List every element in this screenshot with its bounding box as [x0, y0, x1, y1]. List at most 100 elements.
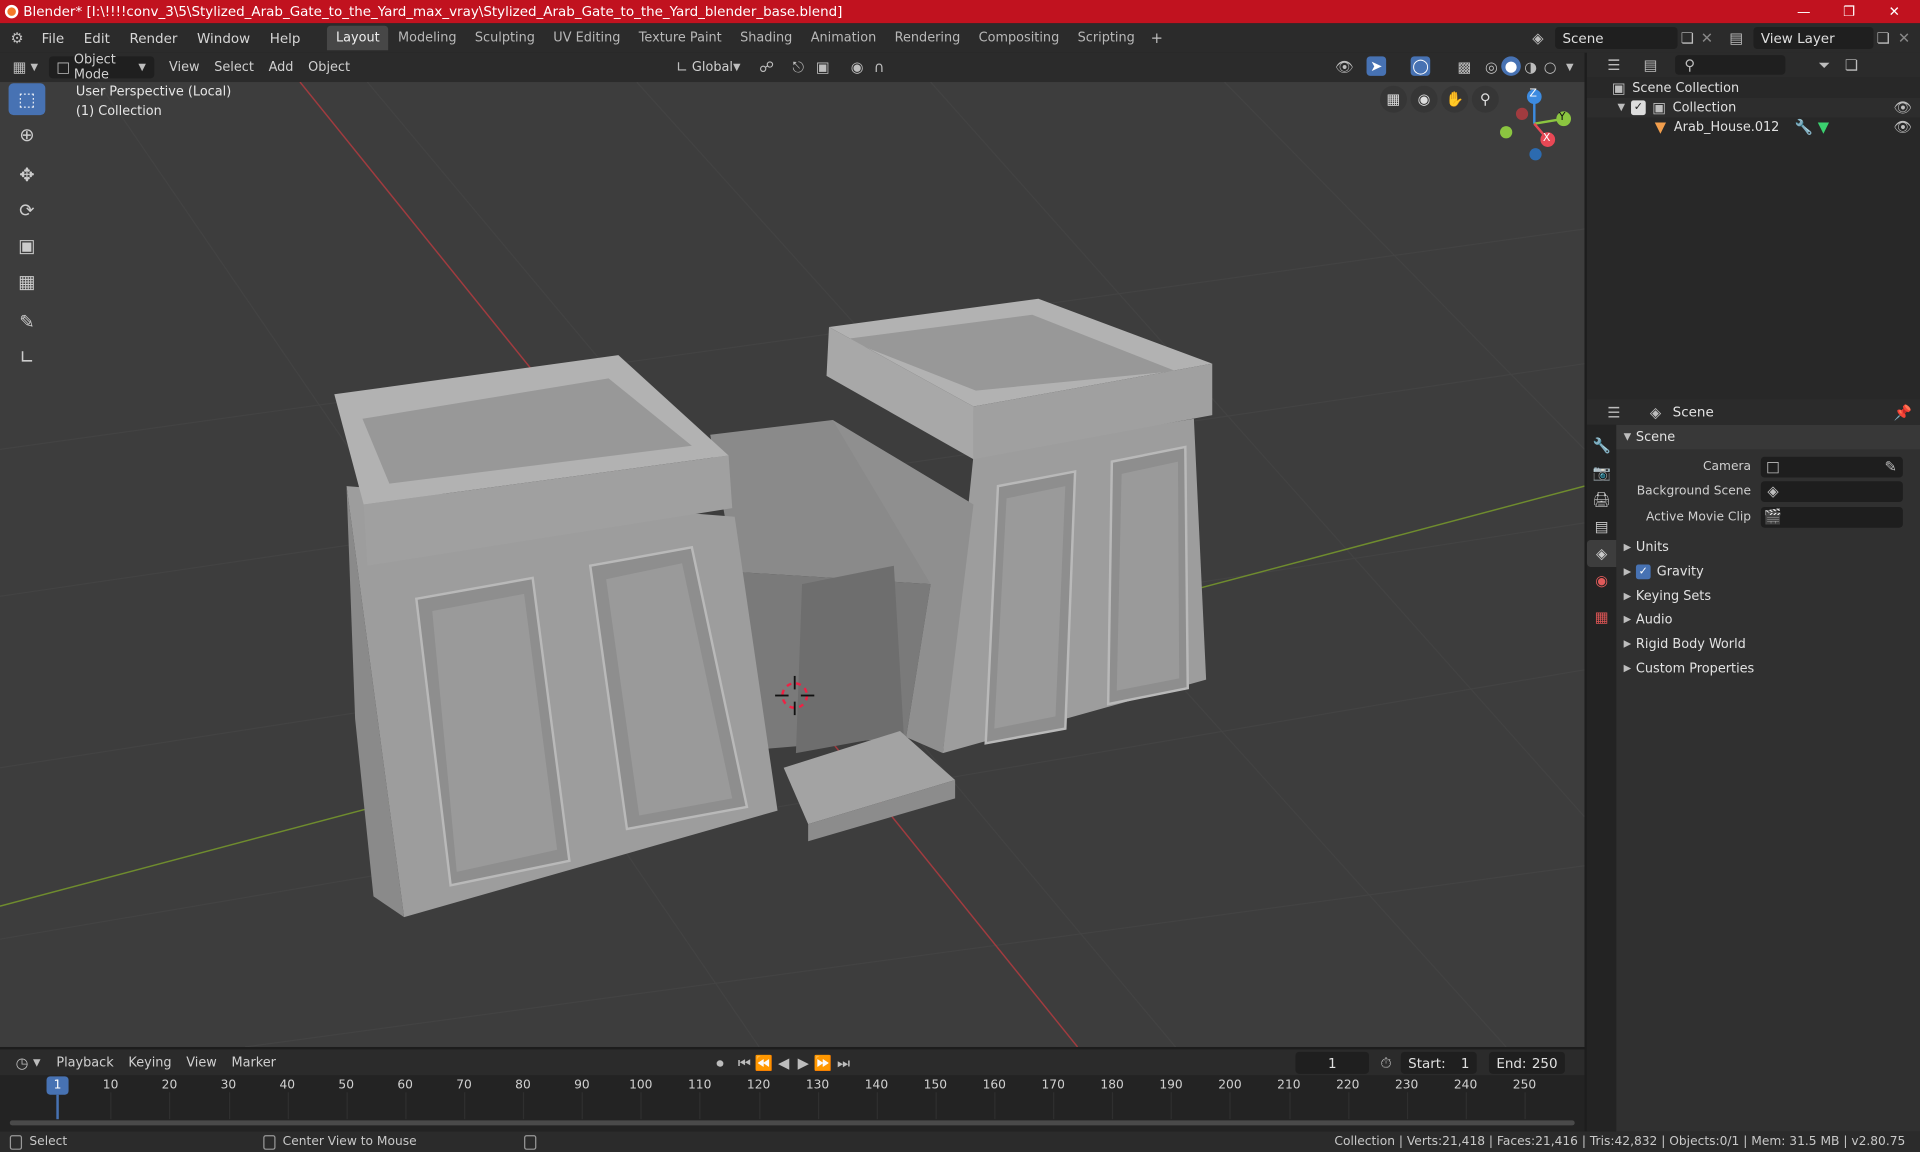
play-reverse-icon[interactable]: ◀	[774, 1053, 794, 1073]
snap-icon[interactable]: ⎋	[789, 58, 809, 78]
pan-hand-icon[interactable]: ✋	[1441, 85, 1469, 113]
expand-arrow-icon[interactable]: ▼	[1611, 98, 1631, 118]
audio-panel[interactable]: ▶ Audio	[1616, 607, 1920, 631]
menu-keying[interactable]: Keying	[121, 1051, 179, 1073]
rendered-shading-icon[interactable]: ○	[1540, 58, 1560, 78]
gizmo-toggle-icon[interactable]: ➤	[1366, 56, 1387, 76]
menu-render[interactable]: Render	[120, 23, 188, 52]
annotate-tool-icon[interactable]: ✎	[9, 306, 46, 338]
zoom-icon[interactable]: ⚲	[1471, 85, 1499, 113]
3d-viewport[interactable]: Z Y X User Perspective (Local) (1) Colle…	[0, 82, 1585, 1047]
scene-icon[interactable]: ◈	[1528, 28, 1548, 48]
world-tab-icon[interactable]: ◉	[1587, 567, 1616, 594]
outliner-row-scene-collection[interactable]: ▣ Scene Collection	[1587, 78, 1920, 98]
timeline-editor-icon[interactable]: ◷	[12, 1052, 32, 1072]
playhead[interactable]: 1	[46, 1076, 69, 1095]
end-frame-field[interactable]: End: 250	[1488, 1051, 1565, 1074]
move-tool-icon[interactable]: ✥	[9, 159, 46, 191]
shading-options-icon[interactable]: ▼	[1560, 58, 1580, 78]
proportional-edit-icon[interactable]: ◉	[847, 58, 867, 78]
falloff-icon[interactable]: ∩	[869, 58, 889, 78]
tab-rendering[interactable]: Rendering	[886, 26, 969, 50]
custom-properties-panel[interactable]: ▶ Custom Properties	[1616, 656, 1920, 680]
close-button[interactable]: ✕	[1873, 0, 1915, 23]
display-mode-icon[interactable]: ▤	[1641, 55, 1661, 75]
tab-modeling[interactable]: Modeling	[389, 26, 465, 50]
gravity-checkbox[interactable]: ✓	[1635, 564, 1651, 580]
outliner-row-object[interactable]: ▼ Arab_House.012 🔧 ▼ 👁	[1587, 118, 1920, 138]
cursor-tool-icon[interactable]: ⊕	[9, 119, 46, 151]
menu-help[interactable]: Help	[260, 23, 310, 52]
transform-tool-icon[interactable]: ▦	[9, 266, 46, 298]
solid-shading-icon[interactable]: ●	[1501, 56, 1521, 76]
scene-selector[interactable]: Scene	[1555, 26, 1678, 49]
rigid-body-world-panel[interactable]: ▶ Rigid Body World	[1616, 632, 1920, 656]
output-tab-icon[interactable]: 🖨	[1587, 486, 1616, 513]
new-collection-icon[interactable]: ❏	[1842, 55, 1862, 75]
menu-object[interactable]: Object	[301, 56, 358, 78]
outliner-editor-icon[interactable]: ☰	[1604, 55, 1624, 75]
start-frame-field[interactable]: Start: 1	[1400, 1051, 1477, 1074]
outliner-search-input[interactable]: ⚲	[1675, 55, 1786, 75]
select-box-tool-icon[interactable]: ⬚	[8, 83, 46, 116]
new-view-layer-icon[interactable]: ❏	[1873, 28, 1893, 48]
xray-toggle-icon[interactable]: ▩	[1455, 58, 1475, 78]
pivot-point-icon[interactable]: ☍	[757, 58, 777, 78]
tab-uv-editing[interactable]: UV Editing	[545, 26, 629, 50]
material-shading-icon[interactable]: ◑	[1521, 58, 1541, 78]
camera-view-icon[interactable]: ◉	[1410, 85, 1438, 113]
eyedropper-icon[interactable]: ✎	[1881, 457, 1901, 477]
prev-keyframe-icon[interactable]: ⏪	[754, 1053, 774, 1073]
jump-end-icon[interactable]: ⏭	[834, 1053, 854, 1073]
scale-tool-icon[interactable]: ▣	[9, 230, 46, 262]
visibility-icon[interactable]: 👁	[1335, 58, 1355, 78]
tab-animation[interactable]: Animation	[802, 26, 885, 50]
blender-menu-icon[interactable]: ⚙	[7, 28, 27, 48]
scene-section-header[interactable]: ▼ Scene	[1616, 424, 1920, 450]
tab-scripting[interactable]: Scripting	[1069, 26, 1143, 50]
next-keyframe-icon[interactable]: ⏩	[813, 1053, 833, 1073]
active-movie-clip-field[interactable]: 🎬	[1760, 506, 1903, 528]
tab-sculpting[interactable]: Sculpting	[466, 26, 543, 50]
filter-icon[interactable]: ⏷	[1815, 55, 1835, 75]
wireframe-shading-icon[interactable]: ◎	[1482, 58, 1502, 78]
mode-selector[interactable]: □ Object Mode ▼	[48, 53, 155, 82]
menu-select[interactable]: Select	[207, 56, 261, 78]
play-icon[interactable]: ▶	[793, 1053, 813, 1073]
snap-target-icon[interactable]: ▣	[813, 58, 833, 78]
keying-sets-panel[interactable]: ▶ Keying Sets	[1616, 584, 1920, 608]
texture-tab-icon[interactable]: ▦	[1587, 604, 1616, 631]
eye-icon[interactable]: 👁	[1893, 98, 1913, 118]
scene-tab-icon[interactable]: ◈	[1586, 540, 1617, 567]
overlay-toggle-icon[interactable]: ◯	[1410, 56, 1431, 76]
modifier-wrench-icon[interactable]: 🔧	[1794, 118, 1814, 138]
jump-start-icon[interactable]: ⏮	[735, 1053, 755, 1073]
tab-texture-paint[interactable]: Texture Paint	[630, 26, 730, 50]
mesh-data-icon[interactable]: ▼	[1814, 118, 1834, 138]
menu-marker[interactable]: Marker	[224, 1051, 283, 1073]
add-workspace-icon[interactable]: +	[1147, 28, 1167, 48]
view-layer-tab-icon[interactable]: ▤	[1587, 513, 1616, 540]
menu-file[interactable]: File	[32, 23, 74, 52]
menu-add[interactable]: Add	[261, 56, 301, 78]
gravity-panel[interactable]: ▶ ✓ Gravity	[1616, 560, 1920, 584]
record-icon[interactable]: ⏺	[710, 1053, 730, 1073]
current-frame-field[interactable]: 1	[1295, 1051, 1369, 1074]
menu-timeline-view[interactable]: View	[179, 1051, 224, 1073]
eye-icon[interactable]: 👁	[1893, 118, 1913, 138]
view-layer-selector[interactable]: View Layer	[1753, 26, 1874, 49]
tab-layout[interactable]: Layout	[327, 25, 389, 51]
remove-view-layer-icon[interactable]: ✕	[1894, 28, 1914, 48]
menu-view[interactable]: View	[162, 56, 207, 78]
grid-view-icon[interactable]: ▦	[1380, 85, 1407, 113]
rotate-tool-icon[interactable]: ⟳	[9, 195, 46, 227]
editor-type-icon[interactable]: ▦	[10, 58, 30, 78]
stopwatch-icon[interactable]: ⏱	[1376, 1053, 1396, 1073]
timeline-scrollbar[interactable]	[9, 1120, 1575, 1126]
properties-editor-icon[interactable]: ☰	[1604, 402, 1624, 422]
new-scene-icon[interactable]: ❏	[1678, 28, 1698, 48]
tab-shading[interactable]: Shading	[732, 26, 801, 50]
menu-window[interactable]: Window	[187, 23, 260, 52]
outliner-row-collection[interactable]: ▼ ✓ ▣ Collection 👁	[1586, 97, 1920, 118]
background-scene-field[interactable]: ◈	[1760, 480, 1903, 502]
